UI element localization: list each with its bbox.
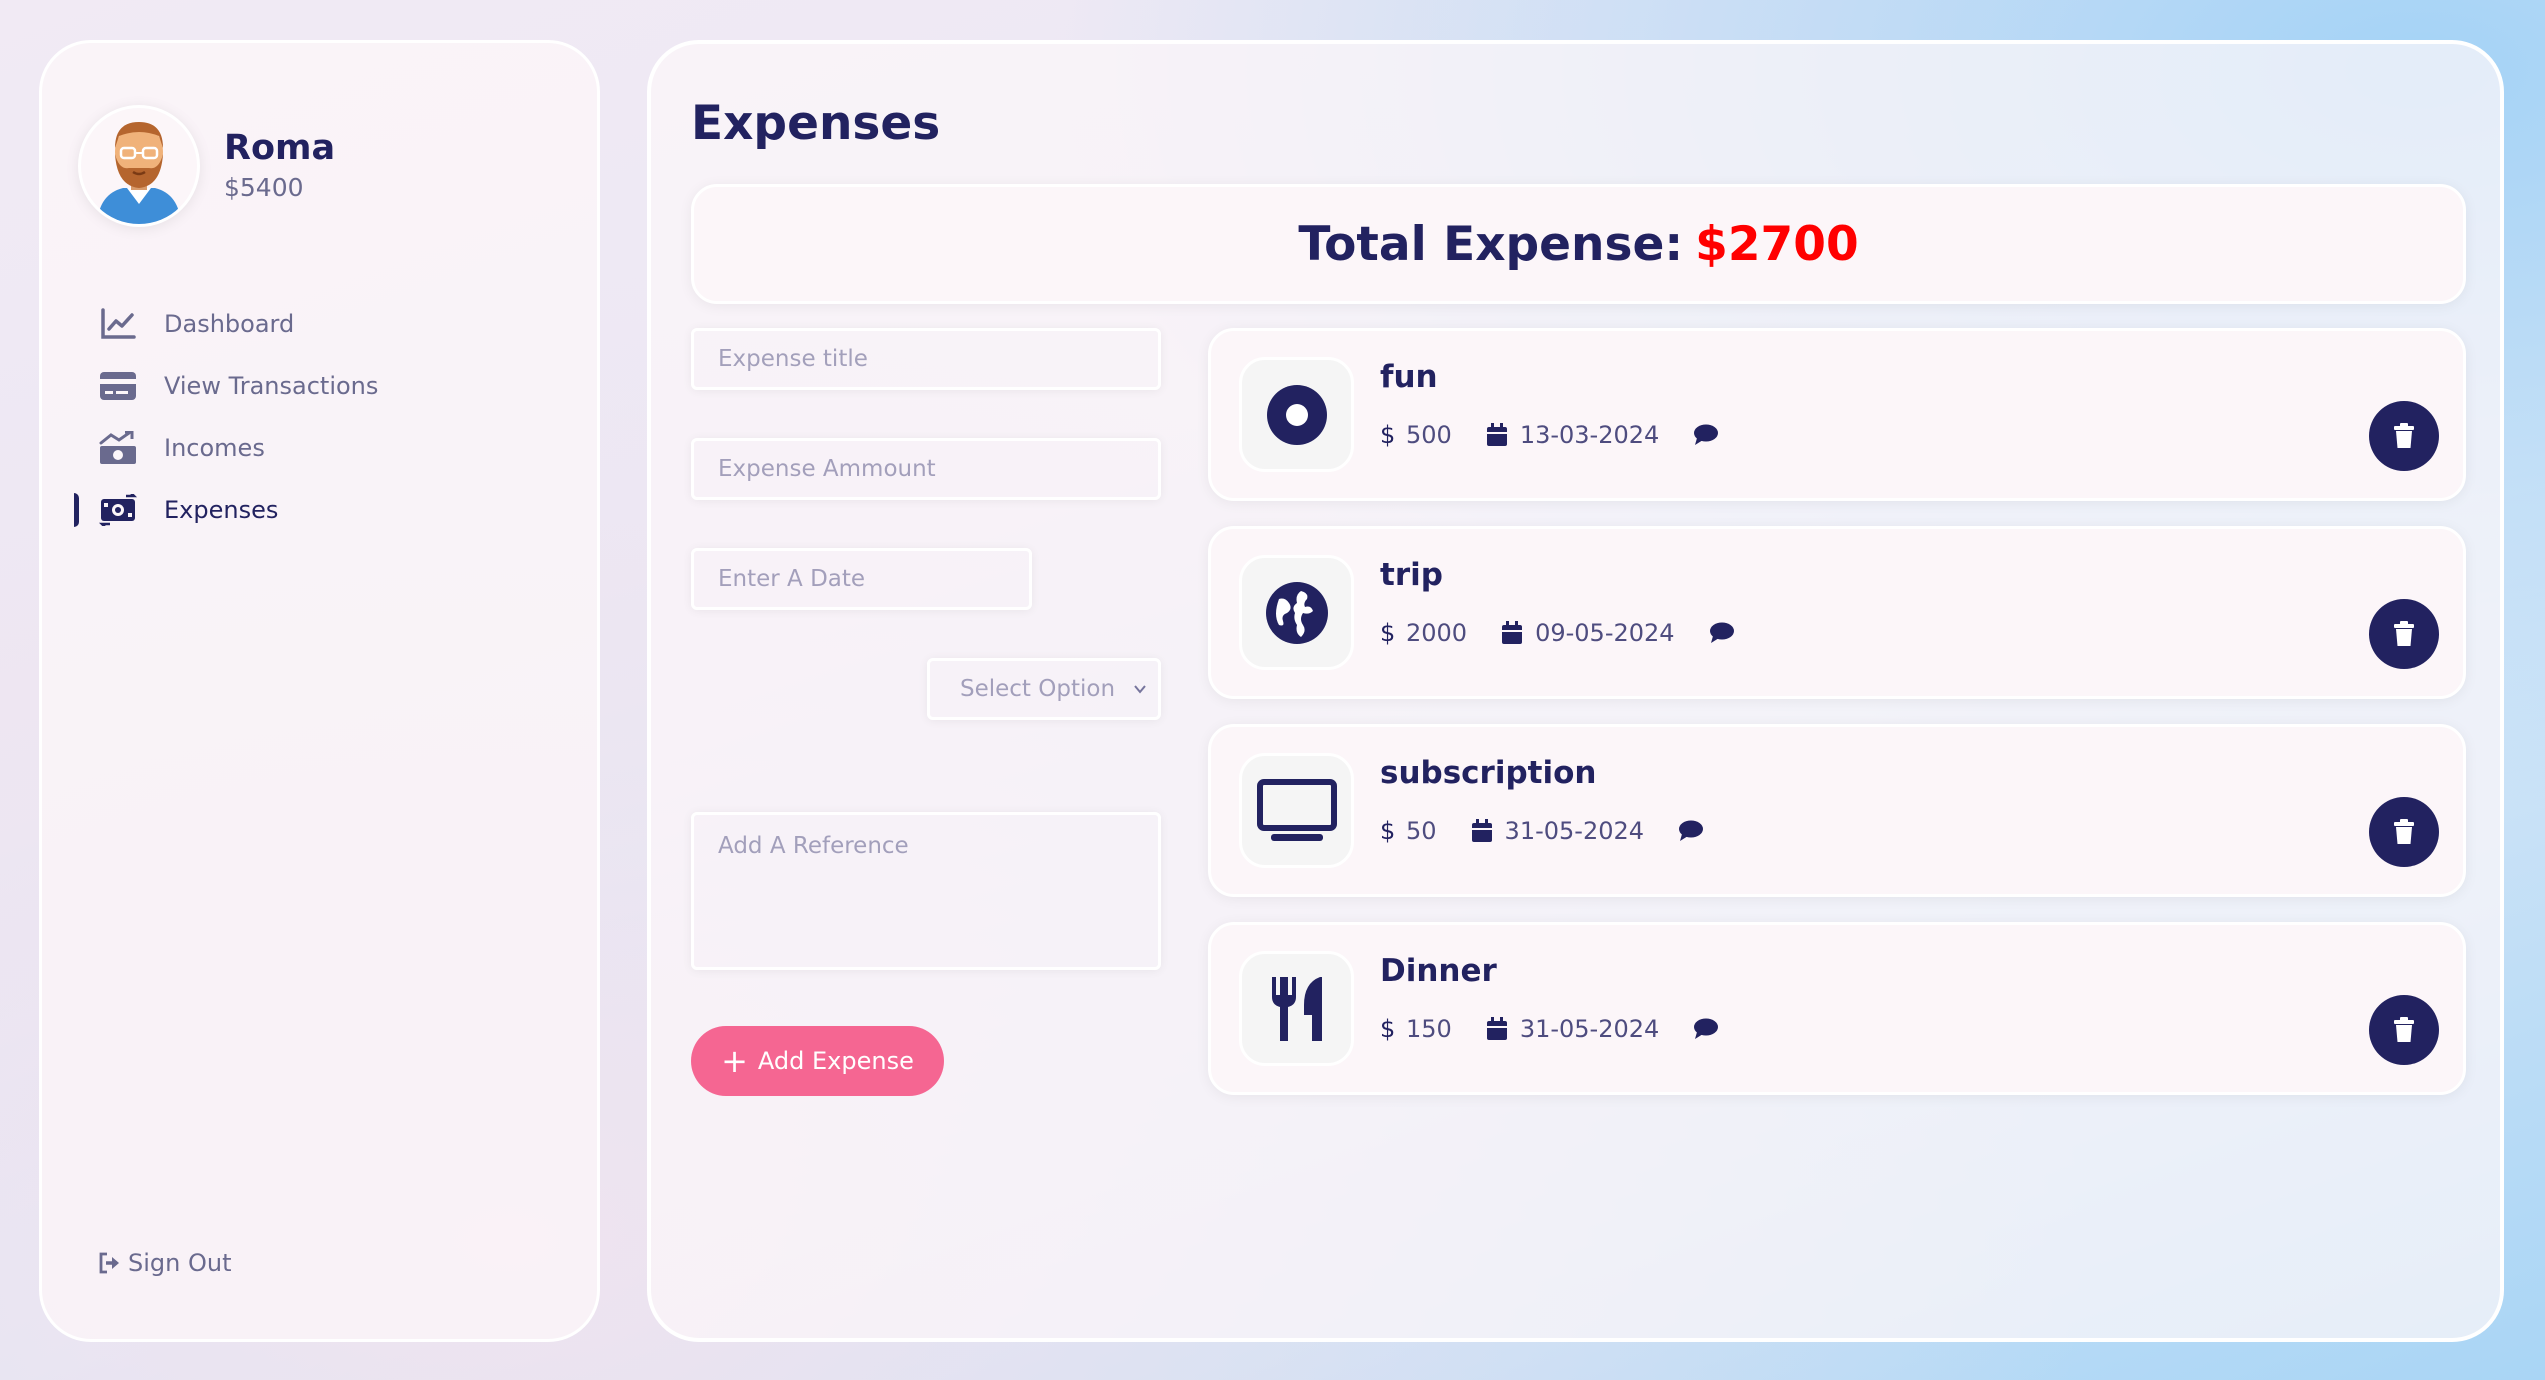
expense-amount: 2000 xyxy=(1406,619,1468,647)
expense-date: 13-03-2024 xyxy=(1519,421,1660,449)
calendar-icon xyxy=(1471,819,1492,842)
main-panel: Expenses Total Expense: $2700 Select Opt… xyxy=(647,40,2504,1342)
credit-card-icon xyxy=(98,366,138,406)
user-name: Roma xyxy=(224,128,336,168)
expense-item: fun $ 500 13-03-2024 xyxy=(1208,328,2466,501)
utensils-icon xyxy=(1239,951,1354,1066)
comment-icon xyxy=(1709,622,1734,643)
sidebar-item-label: Expenses xyxy=(164,496,279,524)
chevron-down-icon xyxy=(1134,685,1146,694)
user-balance: $5400 xyxy=(224,173,304,202)
sidebar-item-incomes[interactable]: Incomes xyxy=(42,417,597,479)
total-expense-label: Total Expense: xyxy=(1298,216,1684,272)
chart-line-icon xyxy=(98,304,138,344)
avatar-illustration xyxy=(97,122,181,224)
expense-item: trip $ 2000 09-05-2024 xyxy=(1208,526,2466,699)
total-expense-amount: $2700 xyxy=(1695,216,1859,272)
expense-date: 09-05-2024 xyxy=(1535,619,1675,647)
calendar-icon xyxy=(1486,1017,1507,1040)
delete-button[interactable] xyxy=(2369,995,2439,1065)
dollar-icon: $ xyxy=(1380,819,1394,843)
sidebar-item-view-transactions[interactable]: View Transactions xyxy=(42,355,597,417)
tv-icon xyxy=(1239,753,1354,868)
expense-date: 31-05-2024 xyxy=(1504,817,1645,845)
calendar-icon xyxy=(1486,423,1507,446)
delete-button[interactable] xyxy=(2369,797,2439,867)
expense-title: trip xyxy=(1380,557,1443,593)
category-select[interactable]: Select Option xyxy=(927,658,1161,720)
sidebar-item-dashboard[interactable]: Dashboard xyxy=(42,293,597,355)
expense-amount: 50 xyxy=(1406,817,1437,845)
money-bill-trend-up-icon xyxy=(98,428,138,468)
expense-meta: $ 2000 09-05-2024 xyxy=(1380,619,1781,647)
expense-meta: $ 500 13-03-2024 xyxy=(1380,421,1765,449)
total-expense-banner: Total Expense: $2700 xyxy=(691,184,2466,304)
sidebar: Roma $5400 Dashboard View Transactions I… xyxy=(39,40,600,1342)
sidebar-item-label: View Transactions xyxy=(164,372,379,400)
sidebar-item-label: Incomes xyxy=(164,434,265,462)
dollar-icon: $ xyxy=(1380,621,1394,645)
delete-button[interactable] xyxy=(2369,599,2439,669)
trash-icon xyxy=(2394,1017,2414,1042)
expense-amount: 150 xyxy=(1406,1015,1452,1043)
money-bill-transfer-icon xyxy=(98,490,138,530)
expense-item: Dinner $ 150 31-05-2024 xyxy=(1208,922,2466,1095)
sidebar-item-expenses[interactable]: Expenses xyxy=(42,479,597,541)
sidebar-item-label: Dashboard xyxy=(164,310,295,338)
expense-title: fun xyxy=(1380,359,1438,395)
circle-dot-icon xyxy=(1239,357,1354,472)
expense-date: 31-05-2024 xyxy=(1519,1015,1660,1043)
comment-icon xyxy=(1694,424,1719,445)
expense-meta: $ 50 31-05-2024 xyxy=(1380,817,1750,845)
user-profile: Roma $5400 xyxy=(78,105,335,227)
svg-text:$: $ xyxy=(1380,423,1394,447)
category-select-value: Select Option xyxy=(960,676,1116,702)
add-expense-label: Add Expense xyxy=(757,1047,914,1075)
trash-icon xyxy=(2394,621,2414,646)
expense-amount: 500 xyxy=(1406,421,1452,449)
svg-text:$: $ xyxy=(1380,819,1394,843)
expense-amount-input[interactable] xyxy=(691,438,1161,500)
sign-out-button[interactable]: Sign Out xyxy=(98,1249,232,1277)
trash-icon xyxy=(2394,819,2414,844)
reference-textarea[interactable] xyxy=(691,812,1161,970)
calendar-icon xyxy=(1502,621,1523,644)
expense-meta: $ 150 31-05-2024 xyxy=(1380,1015,1765,1043)
globe-icon xyxy=(1239,555,1354,670)
dollar-icon: $ xyxy=(1380,1017,1394,1041)
add-expense-button[interactable]: + Add Expense xyxy=(691,1026,944,1096)
sign-out-icon xyxy=(99,1252,119,1274)
avatar[interactable] xyxy=(78,105,200,227)
svg-text:$: $ xyxy=(1380,1017,1394,1041)
expense-title-input[interactable] xyxy=(691,328,1161,390)
svg-text:$: $ xyxy=(1380,621,1394,645)
expense-date-input[interactable] xyxy=(691,548,1032,610)
plus-icon: + xyxy=(721,1042,748,1080)
delete-button[interactable] xyxy=(2369,401,2439,471)
expense-title: subscription xyxy=(1380,755,1597,791)
expense-title: Dinner xyxy=(1380,953,1497,989)
sidebar-nav: Dashboard View Transactions Incomes Expe… xyxy=(42,293,597,541)
sign-out-label: Sign Out xyxy=(128,1249,232,1277)
comment-icon xyxy=(1694,1018,1719,1039)
dollar-icon: $ xyxy=(1380,423,1394,447)
page-title: Expenses xyxy=(691,96,941,151)
expense-item: subscription $ 50 31-05-2024 xyxy=(1208,724,2466,897)
trash-icon xyxy=(2394,423,2414,448)
comment-icon xyxy=(1679,820,1704,841)
